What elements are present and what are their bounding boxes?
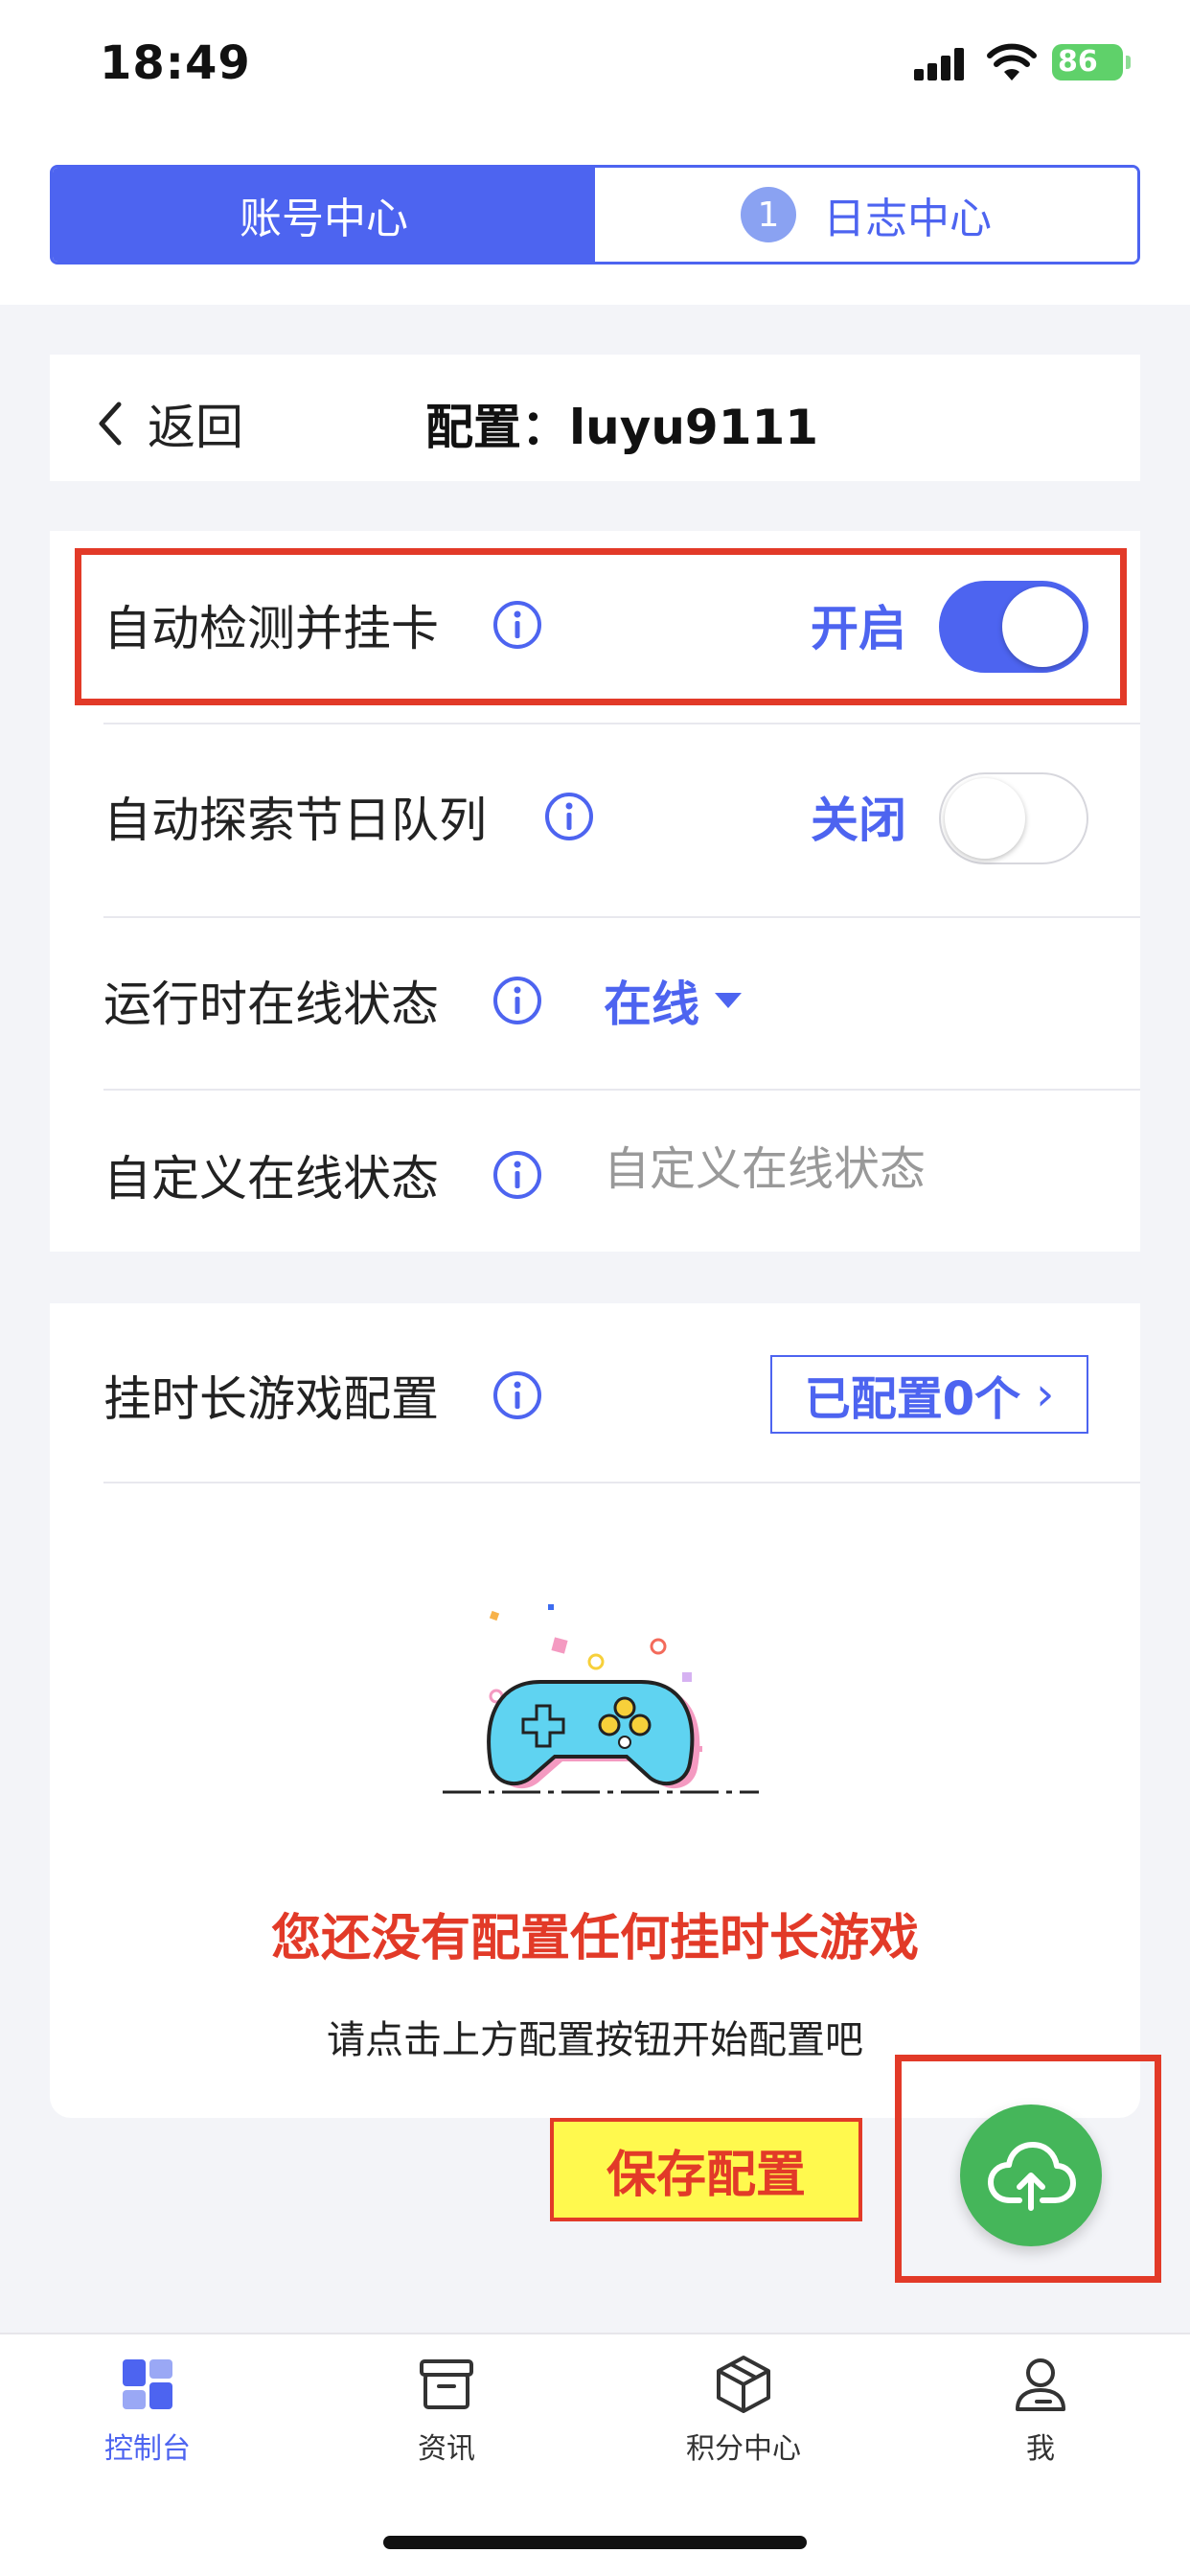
runtime-status-label: 运行时在线状态 [103,977,439,1032]
nav-label: 控制台 [104,2432,191,2466]
caret-down-icon [715,993,742,1008]
nav-item-me[interactable]: 我 [945,2354,1136,2467]
config-header: 返回 配置：luyu9111 [50,355,1140,481]
info-icon[interactable] [492,1370,542,1420]
nav-label: 资讯 [418,2432,475,2466]
back-label: 返回 [148,400,243,455]
nav-item-dashboard[interactable]: 控制台 [52,2354,243,2467]
chevron-right-icon: › [1036,1368,1055,1421]
setting-auto-explore: 自动探索节日队列 关闭 [50,724,1140,916]
tab-account-center[interactable]: 账号中心 [53,168,595,262]
archive-icon [420,2359,473,2409]
tab-log-center[interactable]: 1 日志中心 [595,168,1137,262]
top-tab-bar: 账号中心 1 日志中心 [0,134,1190,305]
empty-state-title: 您还没有配置任何挂时长游戏 [270,1910,919,1967]
dashboard-icon [123,2359,172,2409]
wifi-icon [987,43,1037,80]
setting-runtime-status: 运行时在线状态 在线 [50,918,1140,1091]
log-count-badge: 1 [741,187,796,242]
battery-level: 86 [1058,45,1098,79]
info-icon[interactable] [544,792,594,841]
custom-status-input[interactable] [604,1142,1102,1196]
toggle-knob [945,778,1025,859]
divider [103,1482,1140,1484]
configured-games-button[interactable]: 已配置0个 › [770,1355,1088,1434]
save-config-button[interactable] [960,2104,1102,2246]
cloud-upload-icon [988,2142,1076,2211]
configured-games-label: 已配置0个 [804,1372,1021,1426]
nav-label: 我 [1026,2432,1055,2466]
annotation-highlight-box [75,548,1127,705]
info-icon[interactable] [492,976,542,1025]
nav-item-points-center[interactable]: 积分中心 [648,2354,839,2467]
tab-account-center-label: 账号中心 [240,195,408,243]
chevron-left-icon [99,402,122,446]
page-title: 配置：luyu9111 [425,400,819,455]
game-config-label: 挂时长游戏配置 [103,1371,439,1427]
home-indicator [383,2536,807,2549]
back-button[interactable]: 返回 [96,389,243,458]
auto-explore-label: 自动探索节日队列 [103,793,487,848]
nav-item-news[interactable]: 资讯 [351,2354,542,2467]
user-icon [1016,2358,1065,2411]
runtime-status-value: 在线 [604,977,699,1032]
game-config-card: 挂时长游戏配置 已配置0个 › 您还没有配置任何挂时长游戏 请点击上方配置按钮开… [50,1303,1140,2118]
setting-custom-status: 自定义在线状态 [50,1091,1140,1252]
info-icon[interactable] [492,1150,542,1200]
signal-icon [914,48,966,80]
nav-label: 积分中心 [686,2432,801,2466]
gamepad-icon [443,1604,759,1794]
save-config-annotation: 保存配置 [550,2118,862,2221]
status-time: 18:49 [100,36,251,90]
battery-icon: 86 [1052,44,1131,80]
auto-explore-toggle[interactable] [939,772,1088,864]
runtime-status-dropdown[interactable]: 在线 [604,966,742,1035]
segmented-tabs: 账号中心 1 日志中心 [50,165,1140,264]
custom-status-label: 自定义在线状态 [103,1151,439,1207]
status-bar: 18:49 86 [0,0,1190,134]
auto-explore-status: 关闭 [811,793,906,848]
cube-icon [717,2356,770,2413]
tab-log-center-label: 日志中心 [823,195,992,243]
